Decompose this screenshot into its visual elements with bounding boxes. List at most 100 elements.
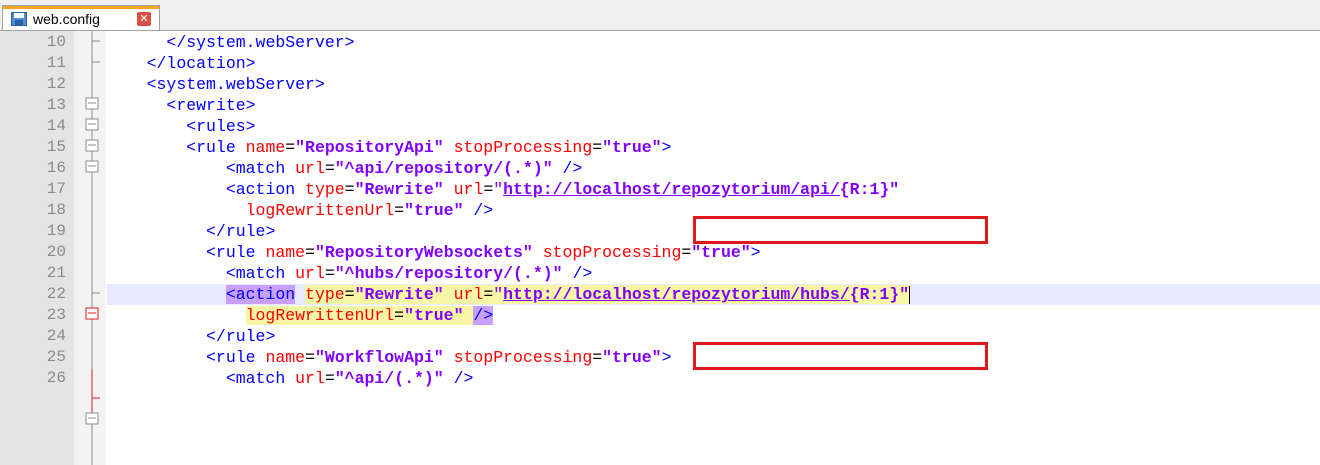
code-token: "	[493, 180, 504, 199]
code-token: =	[285, 138, 296, 157]
fold-markers	[85, 31, 100, 465]
code-token: type	[305, 180, 345, 199]
code-token: =	[305, 243, 315, 262]
code-line[interactable]: </location>	[107, 53, 1320, 74]
code-line[interactable]: <match url="^api/repository/(.*)" />	[107, 158, 1320, 179]
code-token: "true"	[404, 306, 464, 325]
close-icon[interactable]: ✕	[137, 12, 151, 26]
code-token: <match	[225, 264, 286, 283]
code-token: {R:1}"	[839, 180, 900, 199]
code-token: =	[483, 180, 494, 199]
line-number: 10	[46, 33, 66, 51]
code-token: "^api/(.*)"	[334, 369, 444, 388]
code-line[interactable]: <rewrite>	[107, 95, 1320, 116]
code-line[interactable]: <match url="^hubs/repository/(.*)" />	[107, 263, 1320, 284]
code-token: >	[661, 138, 672, 157]
line-number: 22	[46, 285, 66, 303]
code-token: name	[265, 348, 306, 367]
text-caret	[909, 285, 911, 304]
code-line[interactable]: <match url="^api/(.*)" />	[107, 368, 1320, 389]
code-token: <rewrite>	[166, 96, 256, 115]
line-number: 13	[46, 96, 66, 114]
code-token: <rule	[206, 348, 256, 367]
code-token: </rule>	[206, 327, 276, 346]
code-token: "Rewrite"	[354, 180, 444, 199]
code-line[interactable]: <action type="Rewrite" url="http://local…	[107, 179, 1320, 200]
code-token: url	[453, 180, 484, 199]
code-token: "RepositoryWebsockets"	[314, 243, 533, 262]
line-number: 19	[46, 222, 66, 240]
code-token: =	[592, 348, 603, 367]
code-token: "true"	[404, 201, 464, 220]
code-token: name	[265, 243, 306, 262]
code-token: <rules>	[186, 117, 256, 136]
line-number: 25	[46, 348, 66, 366]
code-token: >	[661, 348, 672, 367]
code-token: =	[324, 264, 335, 283]
line-number: 11	[46, 54, 66, 72]
code-token: url	[295, 264, 325, 283]
tab-web-config[interactable]: web.config ✕	[2, 5, 160, 30]
code-token: =	[324, 369, 335, 388]
save-file-icon	[11, 12, 27, 26]
code-token: "true"	[602, 348, 662, 367]
code-token: <action	[225, 285, 296, 304]
code-token: />	[473, 306, 494, 325]
code-token: =	[344, 180, 355, 199]
code-token	[463, 306, 474, 325]
line-number: 17	[46, 180, 66, 198]
code-token	[443, 285, 454, 304]
code-line[interactable]: <rule name="RepositoryApi" stopProcessin…	[107, 137, 1320, 158]
code-line[interactable]: <rule name="RepositoryWebsockets" stopPr…	[107, 242, 1320, 263]
code-token: "WorkflowApi"	[314, 348, 444, 367]
code-token: "^api/repository/(.*)"	[334, 159, 553, 178]
code-token: "^hubs/repository/(.*)"	[334, 264, 563, 283]
code-token: =	[344, 285, 355, 304]
code-token: logRewrittenUrl	[245, 306, 395, 325]
code-line[interactable]: <system.webServer>	[107, 74, 1320, 95]
code-token: <rule	[206, 243, 256, 262]
line-number: 12	[46, 75, 66, 93]
code-token: =	[324, 159, 335, 178]
code-token: <system.webServer>	[146, 75, 325, 94]
code-token: =	[305, 348, 315, 367]
current-code-line[interactable]: <action type="Rewrite" url="http://local…	[107, 284, 1320, 305]
code-token: "true"	[691, 243, 751, 262]
code-token: =	[681, 243, 692, 262]
code-token: "	[493, 285, 504, 304]
code-line[interactable]: <rules>	[107, 116, 1320, 137]
line-number: 16	[46, 159, 66, 177]
line-number: 18	[46, 201, 66, 219]
code-token: "Rewrite"	[354, 285, 444, 304]
code-editor[interactable]: </system.webServer> </location> <system.…	[0, 31, 1320, 465]
code-token: url	[295, 369, 325, 388]
code-line[interactable]: logRewrittenUrl="true" />	[107, 305, 1320, 326]
code-token: =	[394, 201, 405, 220]
code-token: type	[305, 285, 345, 304]
line-number: 14	[46, 117, 66, 135]
tab-active-indicator	[3, 6, 159, 9]
line-number: 26	[46, 369, 66, 387]
code-token: =	[394, 306, 405, 325]
code-token: stopProcessing	[542, 243, 682, 262]
code-line[interactable]: </system.webServer>	[107, 32, 1320, 53]
code-token: <match	[225, 369, 286, 388]
